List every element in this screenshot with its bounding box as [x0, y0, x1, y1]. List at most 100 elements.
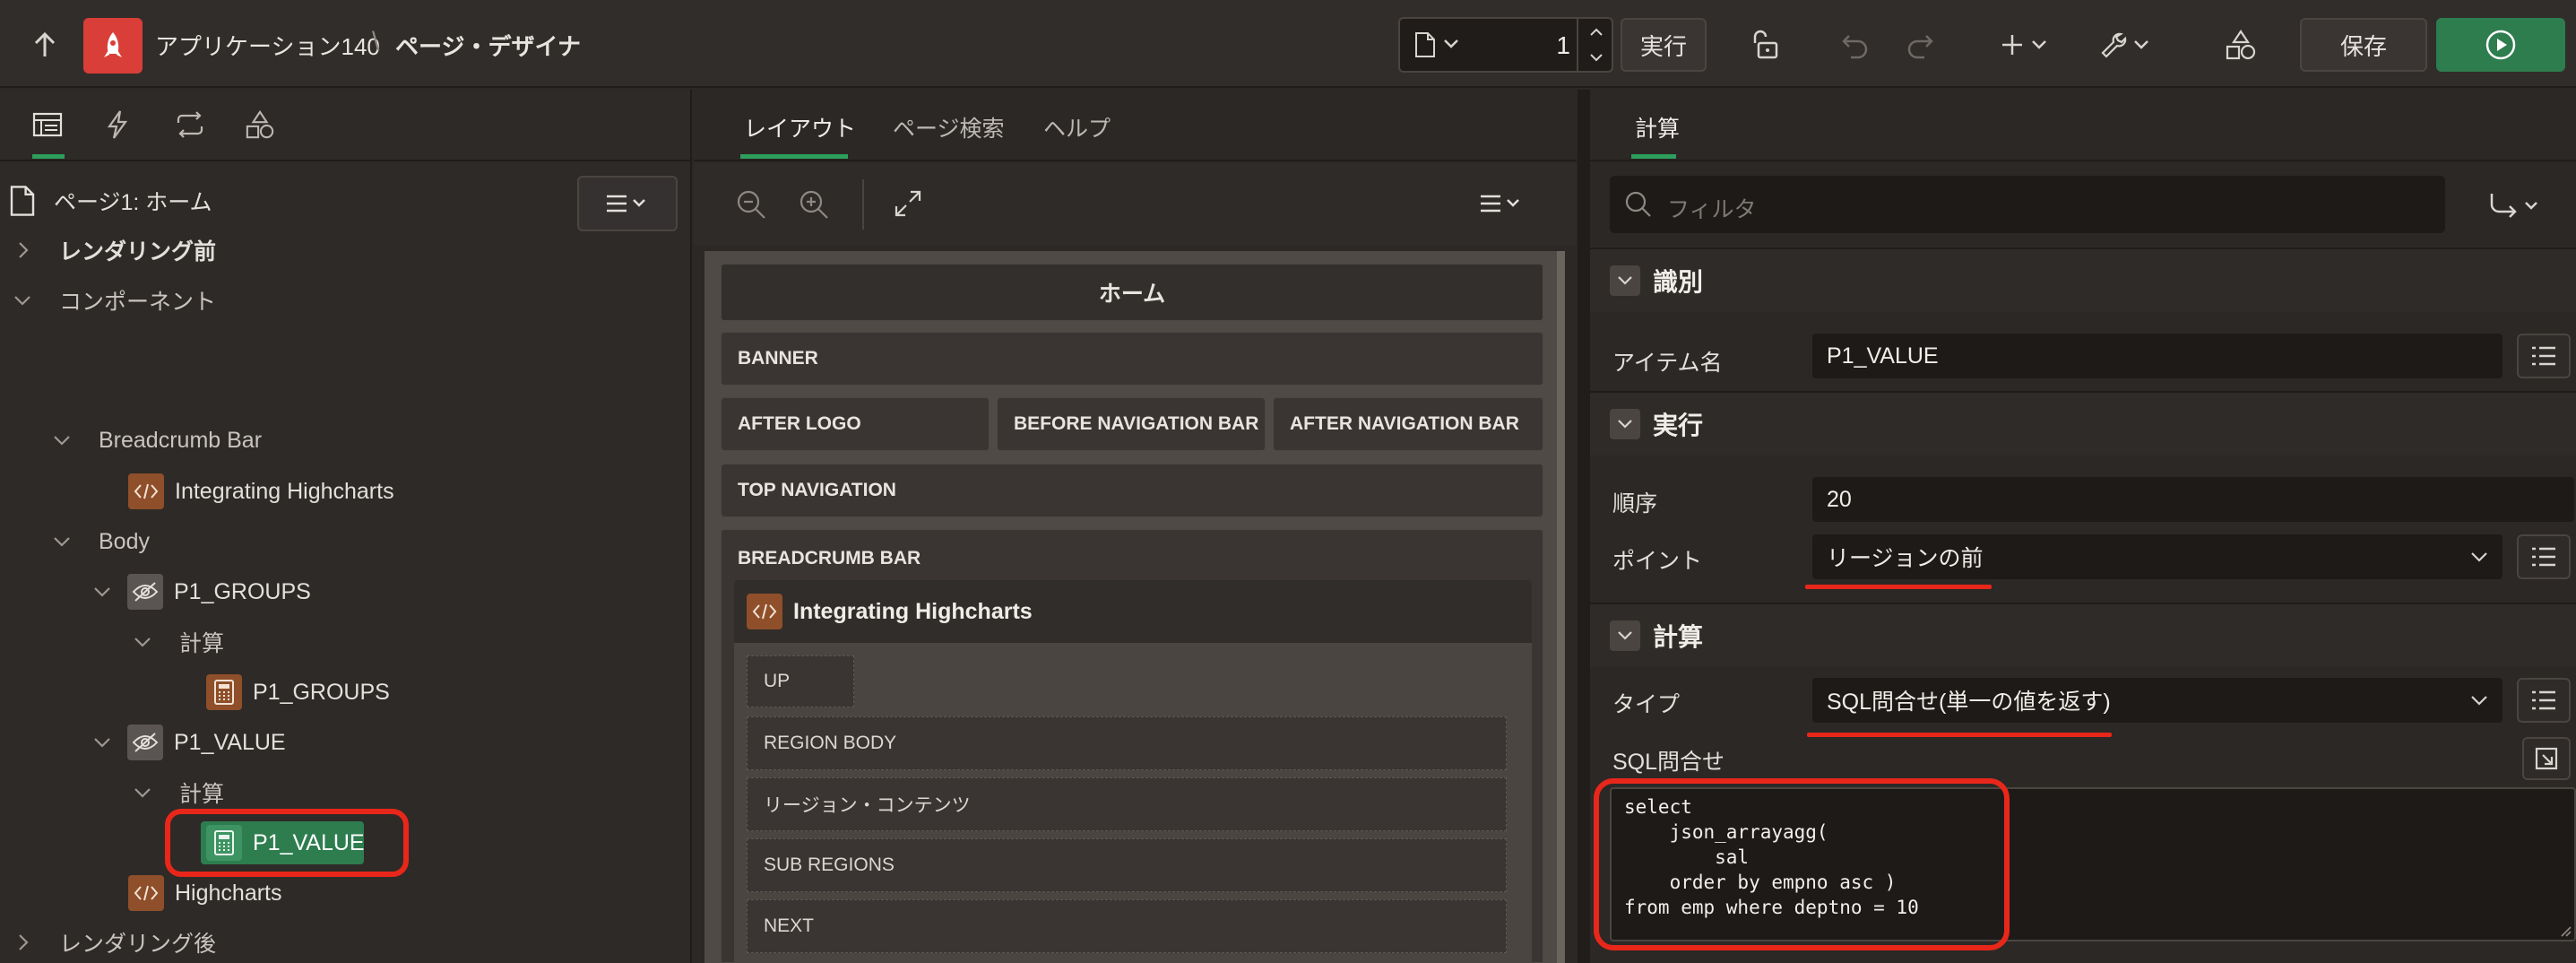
tree-after-rendering[interactable]: レンダリング後	[16, 921, 216, 963]
tree-body[interactable]: Body	[52, 520, 150, 563]
canvas-scrollbar[interactable]	[1557, 251, 1565, 963]
unlock-icon[interactable]	[1748, 27, 1784, 63]
type-select[interactable]: SQL問合せ(単一の値を返す)	[1812, 678, 2503, 723]
shared-components-icon[interactable]	[2223, 25, 2259, 65]
resize-handle-icon[interactable]	[2558, 924, 2572, 938]
sql-expand-button[interactable]	[2522, 737, 2571, 780]
position-next[interactable]: NEXT	[747, 899, 1507, 953]
zoom-out-icon[interactable]	[735, 188, 767, 221]
position-region-content[interactable]: リージョン・コンテンツ	[747, 777, 1507, 831]
region-breadcrumb-bar[interactable]: BREADCRUMB BAR Integrating Highcharts UP…	[721, 529, 1543, 963]
tab-page-search[interactable]: ページ検索	[893, 111, 1005, 143]
section-computation[interactable]: 計算	[1590, 603, 2576, 667]
point-label: ポイント	[1612, 549, 1703, 574]
tree-computations-1[interactable]: 計算	[133, 620, 224, 664]
tree-p1-value[interactable]: P1_VALUE	[92, 721, 286, 764]
create-menu-icon[interactable]	[1999, 27, 2053, 63]
tree-highcharts[interactable]: Highcharts	[128, 872, 282, 915]
tab-computation[interactable]: 計算	[1635, 111, 1680, 143]
page-header-home[interactable]: ホーム	[721, 264, 1543, 321]
point-list-button[interactable]	[2517, 534, 2571, 579]
region-title: Integrating Highcharts	[793, 598, 1033, 624]
go-to-group-icon[interactable]	[2486, 190, 2544, 221]
layout-panel: レイアウト ページ検索 ヘルプ ホーム BANNER AFTER LOGO BE…	[694, 90, 1577, 963]
tree-before-rendering[interactable]: レンダリング前	[16, 229, 216, 272]
list-icon	[2532, 690, 2555, 710]
region-before-navigation-bar[interactable]: BEFORE NAVIGATION BAR	[997, 397, 1266, 451]
list-icon	[2532, 547, 2555, 567]
zoom-in-icon[interactable]	[798, 188, 830, 221]
active-tab-indicator	[32, 154, 65, 159]
active-tab-indicator	[1631, 154, 1676, 159]
annotation-highlight-box	[165, 809, 409, 877]
page-number-input[interactable]: 1	[1526, 31, 1570, 60]
chevron-right-icon	[19, 934, 29, 950]
tree-integrating-highcharts[interactable]: Integrating Highcharts	[128, 470, 394, 513]
menu-icon	[607, 195, 645, 213]
page-node-label: ページ1: ホーム	[54, 190, 212, 215]
tab-layout[interactable]: レイアウト	[744, 111, 856, 143]
collapse-icon	[1610, 409, 1640, 439]
page-selector[interactable]: 1	[1398, 17, 1613, 73]
annotation-underline-point	[1805, 585, 1992, 589]
region-after-navigation-bar[interactable]: AFTER NAVIGATION BAR	[1273, 397, 1543, 451]
position-sub-regions[interactable]: SUB REGIONS	[747, 838, 1507, 892]
chevron-down-icon	[54, 537, 70, 547]
open-editor-icon	[2535, 747, 2558, 770]
section-identification[interactable]: 識別	[1590, 247, 2576, 312]
run-button[interactable]	[2436, 18, 2565, 72]
tab-help[interactable]: ヘルプ	[1043, 111, 1111, 143]
annotation-underline-type	[1807, 733, 2112, 737]
hidden-item-icon	[127, 724, 163, 760]
processing-icon[interactable]	[175, 110, 205, 139]
position-region-body[interactable]: REGION BODY	[747, 716, 1507, 770]
layout-menu-icon[interactable]	[1479, 194, 1524, 213]
region-after-logo[interactable]: AFTER LOGO	[721, 397, 990, 451]
filter-placeholder: フィルタ	[1667, 197, 1757, 222]
save-button[interactable]: 保存	[2300, 18, 2427, 72]
sequence-field[interactable]: 20	[1812, 477, 2574, 522]
position-up[interactable]: UP	[747, 655, 854, 707]
undo-icon[interactable]	[1837, 27, 1873, 63]
type-list-button[interactable]	[2517, 678, 2571, 723]
chevron-down-icon	[2471, 696, 2487, 706]
tree-computations-2[interactable]: 計算	[133, 771, 224, 814]
chevron-down-icon	[134, 788, 151, 798]
point-select[interactable]: リージョンの前	[1812, 534, 2503, 579]
region-top-navigation[interactable]: TOP NAVIGATION	[721, 464, 1543, 517]
collapse-icon	[1610, 620, 1640, 651]
play-icon	[2485, 30, 2516, 60]
tree-components[interactable]: コンポーネント	[13, 279, 216, 322]
filter-input[interactable]: フィルタ	[1610, 176, 2445, 233]
list-icon	[2532, 346, 2555, 366]
arrow-up-icon[interactable]	[27, 27, 63, 63]
run-page-button[interactable]: 実行	[1621, 18, 1707, 72]
item-name-field[interactable]: P1_VALUE	[1812, 334, 2503, 378]
shared-components-tab-icon[interactable]	[245, 109, 275, 140]
app-name[interactable]: アプリケーション140	[155, 29, 380, 62]
tree-menu-button[interactable]	[577, 176, 678, 231]
expand-icon[interactable]	[893, 188, 923, 219]
breadcrumb-separator: \	[372, 27, 380, 56]
sql-query-label: SQL問合せ	[1612, 750, 1725, 775]
property-editor-panel: 計算 フィルタ 識別 アイテム名 P1_VALUE 実行 順序 20 ポイント …	[1578, 90, 2576, 963]
item-list-button[interactable]	[2517, 334, 2571, 378]
tree-breadcrumb-bar[interactable]: Breadcrumb Bar	[52, 419, 262, 462]
section-execution[interactable]: 実行	[1590, 391, 2576, 455]
integrating-highcharts-region[interactable]: Integrating Highcharts UP REGION BODY リー…	[734, 580, 1532, 963]
dynamic-actions-icon[interactable]	[106, 109, 129, 140]
region-banner[interactable]: BANNER	[721, 332, 1543, 386]
region-header: Integrating Highcharts	[734, 580, 1532, 643]
annotation-highlight-box	[1594, 778, 2010, 950]
app-icon[interactable]	[83, 18, 143, 74]
tree-p1-groups[interactable]: P1_GROUPS	[92, 570, 311, 613]
redo-icon[interactable]	[1902, 27, 1938, 63]
type-label: タイプ	[1612, 692, 1681, 717]
tree-p1-groups-computation[interactable]: P1_GROUPS	[206, 671, 390, 714]
code-region-icon	[128, 473, 164, 509]
chevron-down-icon	[94, 587, 110, 597]
page-node[interactable]: ページ1: ホーム	[9, 179, 212, 222]
page-stepper[interactable]	[1577, 19, 1612, 71]
rendering-tab-icon[interactable]	[32, 111, 63, 138]
utilities-wrench-icon[interactable]	[2097, 27, 2155, 63]
